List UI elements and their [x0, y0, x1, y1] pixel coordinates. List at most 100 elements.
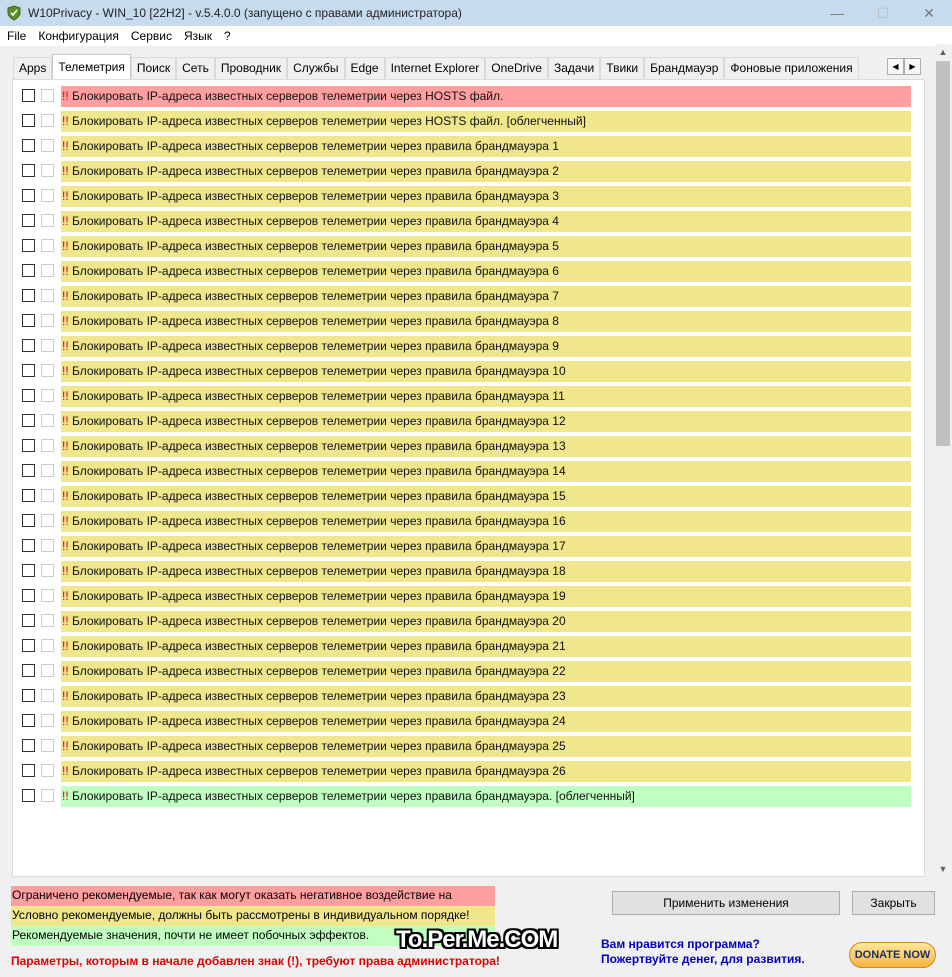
setting-checkbox[interactable]: [22, 689, 35, 702]
vertical-scrollbar[interactable]: ▲ ▼: [935, 44, 951, 877]
tab-scroll-left-button[interactable]: ◀: [887, 58, 904, 75]
setting-label[interactable]: !! Блокировать IP-адреса известных серве…: [61, 611, 911, 632]
setting-checkbox-secondary[interactable]: [41, 439, 54, 452]
apply-button[interactable]: Применить изменения: [612, 891, 840, 915]
setting-checkbox[interactable]: [22, 339, 35, 352]
setting-label[interactable]: !! Блокировать IP-адреса известных серве…: [61, 336, 911, 357]
setting-label[interactable]: !! Блокировать IP-адреса известных серве…: [61, 736, 911, 757]
setting-checkbox[interactable]: [22, 464, 35, 477]
setting-label[interactable]: !! Блокировать IP-адреса известных серве…: [61, 411, 911, 432]
setting-checkbox-secondary[interactable]: [41, 564, 54, 577]
setting-checkbox-secondary[interactable]: [41, 239, 54, 252]
tab-11[interactable]: Брандмауэр: [644, 57, 725, 79]
menu-configuration[interactable]: Конфигурация: [31, 29, 124, 43]
setting-checkbox[interactable]: [22, 239, 35, 252]
setting-label[interactable]: !! Блокировать IP-адреса известных серве…: [61, 261, 911, 282]
setting-label[interactable]: !! Блокировать IP-адреса известных серве…: [61, 236, 911, 257]
tab-7[interactable]: Internet Explorer: [384, 57, 486, 79]
setting-checkbox-secondary[interactable]: [41, 139, 54, 152]
setting-checkbox-secondary[interactable]: [41, 114, 54, 127]
setting-checkbox[interactable]: [22, 389, 35, 402]
setting-label[interactable]: !! Блокировать IP-адреса известных серве…: [61, 186, 911, 207]
setting-checkbox-secondary[interactable]: [41, 339, 54, 352]
setting-label[interactable]: !! Блокировать IP-адреса известных серве…: [61, 486, 911, 507]
setting-checkbox-secondary[interactable]: [41, 664, 54, 677]
setting-label[interactable]: !! Блокировать IP-адреса известных серве…: [61, 161, 911, 182]
setting-checkbox[interactable]: [22, 214, 35, 227]
setting-checkbox[interactable]: [22, 189, 35, 202]
setting-label[interactable]: !! Блокировать IP-адреса известных серве…: [61, 711, 911, 732]
setting-checkbox-secondary[interactable]: [41, 539, 54, 552]
setting-checkbox-secondary[interactable]: [41, 489, 54, 502]
setting-label[interactable]: !! Блокировать IP-адреса известных серве…: [61, 561, 911, 582]
minimize-button[interactable]: —: [814, 0, 860, 26]
setting-label[interactable]: !! Блокировать IP-адреса известных серве…: [61, 636, 911, 657]
setting-checkbox[interactable]: [22, 414, 35, 427]
setting-checkbox-secondary[interactable]: [41, 289, 54, 302]
setting-checkbox-secondary[interactable]: [41, 264, 54, 277]
menu-file[interactable]: File: [0, 29, 31, 43]
setting-label[interactable]: !! Блокировать IP-адреса известных серве…: [61, 511, 911, 532]
tab-4[interactable]: Проводник: [214, 57, 288, 79]
setting-checkbox[interactable]: [22, 589, 35, 602]
setting-label[interactable]: !! Блокировать IP-адреса известных серве…: [61, 111, 911, 132]
setting-checkbox[interactable]: [22, 764, 35, 777]
tab-8[interactable]: OneDrive: [485, 57, 548, 79]
setting-checkbox[interactable]: [22, 664, 35, 677]
setting-checkbox[interactable]: [22, 139, 35, 152]
setting-checkbox[interactable]: [22, 264, 35, 277]
setting-checkbox[interactable]: [22, 514, 35, 527]
setting-checkbox[interactable]: [22, 614, 35, 627]
tab-6[interactable]: Edge: [344, 57, 385, 79]
scroll-down-icon[interactable]: ▼: [935, 861, 951, 877]
setting-checkbox[interactable]: [22, 314, 35, 327]
donate-button[interactable]: DONATE NOW: [849, 942, 936, 968]
setting-label[interactable]: !! Блокировать IP-адреса известных серве…: [61, 311, 911, 332]
setting-checkbox-secondary[interactable]: [41, 214, 54, 227]
setting-checkbox-secondary[interactable]: [41, 189, 54, 202]
setting-label[interactable]: !! Блокировать IP-адреса известных серве…: [61, 461, 911, 482]
setting-checkbox[interactable]: [22, 739, 35, 752]
setting-checkbox[interactable]: [22, 114, 35, 127]
menu-service[interactable]: Сервис: [124, 29, 177, 43]
close-button[interactable]: ✕: [906, 0, 952, 26]
tab-12[interactable]: Фоновые приложения: [724, 57, 859, 79]
setting-checkbox-secondary[interactable]: [41, 514, 54, 527]
setting-label[interactable]: !! Блокировать IP-адреса известных серве…: [61, 786, 911, 807]
setting-checkbox[interactable]: [22, 539, 35, 552]
setting-checkbox[interactable]: [22, 714, 35, 727]
setting-checkbox-secondary[interactable]: [41, 389, 54, 402]
setting-checkbox-secondary[interactable]: [41, 364, 54, 377]
setting-checkbox[interactable]: [22, 564, 35, 577]
setting-checkbox[interactable]: [22, 489, 35, 502]
setting-label[interactable]: !! Блокировать IP-адреса известных серве…: [61, 136, 911, 157]
setting-label[interactable]: !! Блокировать IP-адреса известных серве…: [61, 361, 911, 382]
setting-label[interactable]: !! Блокировать IP-адреса известных серве…: [61, 586, 911, 607]
setting-label[interactable]: !! Блокировать IP-адреса известных серве…: [61, 211, 911, 232]
setting-checkbox-secondary[interactable]: [41, 764, 54, 777]
tab-9[interactable]: Задачи: [547, 57, 601, 79]
close-dialog-button[interactable]: Закрыть: [852, 891, 935, 915]
tab-scroll-right-button[interactable]: ▶: [904, 58, 921, 75]
setting-label[interactable]: !! Блокировать IP-адреса известных серве…: [61, 761, 911, 782]
setting-checkbox[interactable]: [22, 639, 35, 652]
scroll-up-icon[interactable]: ▲: [935, 44, 951, 60]
setting-label[interactable]: !! Блокировать IP-адреса известных серве…: [61, 536, 911, 557]
tab-0[interactable]: Apps: [13, 57, 53, 79]
maximize-button[interactable]: ☐: [860, 0, 906, 26]
menu-help[interactable]: ?: [217, 29, 236, 43]
tab-3[interactable]: Сеть: [176, 57, 215, 79]
setting-label[interactable]: !! Блокировать IP-адреса известных серве…: [61, 86, 911, 107]
setting-checkbox[interactable]: [22, 364, 35, 377]
setting-checkbox[interactable]: [22, 439, 35, 452]
setting-checkbox-secondary[interactable]: [41, 589, 54, 602]
setting-checkbox[interactable]: [22, 89, 35, 102]
setting-checkbox-secondary[interactable]: [41, 314, 54, 327]
setting-checkbox-secondary[interactable]: [41, 739, 54, 752]
tab-1[interactable]: Телеметрия: [52, 54, 131, 79]
setting-checkbox-secondary[interactable]: [41, 164, 54, 177]
setting-checkbox-secondary[interactable]: [41, 789, 54, 802]
setting-label[interactable]: !! Блокировать IP-адреса известных серве…: [61, 686, 911, 707]
setting-checkbox-secondary[interactable]: [41, 714, 54, 727]
setting-checkbox-secondary[interactable]: [41, 639, 54, 652]
